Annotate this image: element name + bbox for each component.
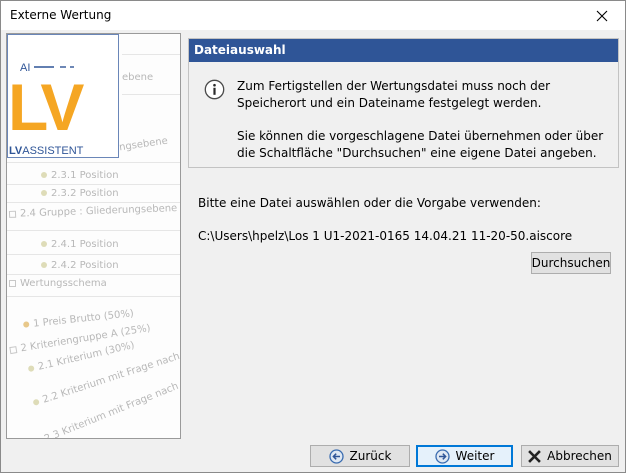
lv-assistent-logo: AI LV LVASSISTENT [7,34,119,158]
bg-line [7,162,180,163]
info-message: Zum Fertigstellen der Wertungsdatei muss… [237,78,607,178]
bg-line [7,296,180,297]
bg-item: 2.4 Gruppe : Gliederungsebene [8,203,178,220]
bg-item: 2.3.1 Position [41,170,119,181]
bg-item: 2.4.1 Position [41,239,119,250]
cancel-x-icon [528,449,541,463]
cancel-button[interactable]: Abbrechen [521,445,619,467]
info-panel: Dateiauswahl Zum Fertigstellen der Wertu… [188,38,619,168]
cancel-button-label: Abbrechen [547,449,612,463]
file-prompt: Bitte eine Datei auswählen oder die Vorg… [198,196,541,210]
bg-line [122,54,180,55]
title-bar: Externe Wertung [1,1,625,30]
arrow-right-icon [434,448,450,464]
bg-line [7,274,180,275]
back-button[interactable]: Zurück [310,445,410,467]
info-icon [204,79,225,100]
bg-item: 2.4.2 Position [41,260,119,271]
file-path: C:\Users\hpelz\Los 1 U1-2021-0165 14.04.… [198,229,573,243]
window-title: Externe Wertung [10,8,112,22]
close-button[interactable] [579,1,625,30]
browse-button[interactable]: Durchsuchen [531,252,611,274]
info-line-1: Zum Fertigstellen der Wertungsdatei muss… [237,79,551,110]
wizard-side-image: ebene ngsebene 2.3.1 Position 2.3.2 Posi… [6,33,181,439]
dialog-window: Externe Wertung ebene ngsebene 2.3.1 Pos… [0,0,626,473]
svg-text:LVASSISTENT: LVASSISTENT [9,145,84,157]
bg-line [7,184,180,185]
bg-line [7,230,180,231]
logo-graphic: AI LV LVASSISTENT [8,62,87,157]
bg-item: 2.3.2 Position [41,188,119,199]
back-button-label: Zurück [349,449,392,463]
next-button[interactable]: Weiter [416,445,513,467]
bg-item: ebene [122,72,154,83]
arrow-left-icon [328,448,344,464]
close-icon [596,10,608,21]
svg-text:LV: LV [8,70,84,144]
bg-item: ngsebene [118,135,169,154]
bg-item: Wertungsschema [9,278,107,289]
info-line-2: Sie können die vorgeschlagene Datei über… [237,129,604,160]
bg-line [122,94,180,95]
next-button-label: Weiter [455,449,495,463]
section-title: Dateiauswahl [189,39,618,62]
bg-line [7,254,180,255]
